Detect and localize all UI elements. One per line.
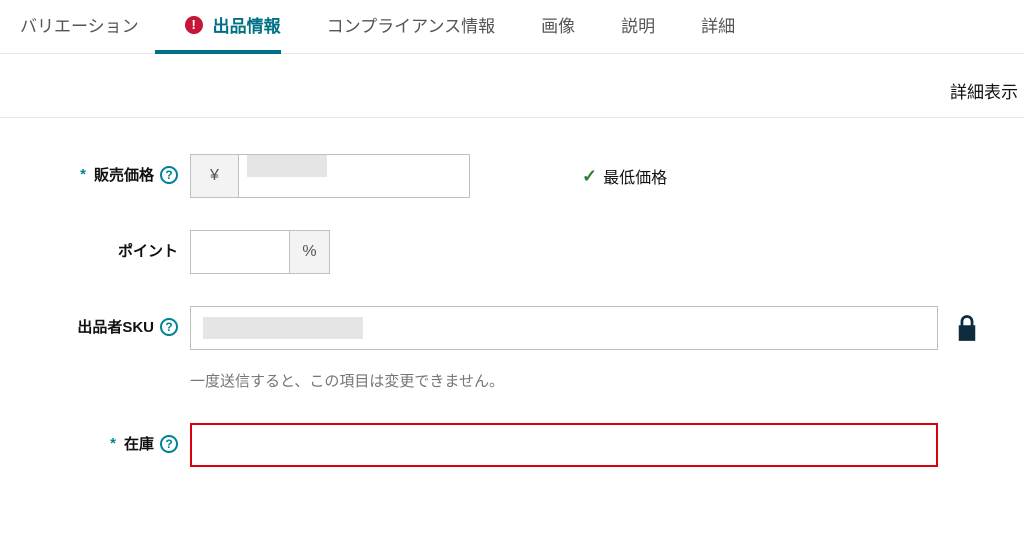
tab-variation-label: バリエーション	[20, 12, 139, 37]
tab-description-label: 説明	[621, 12, 655, 37]
label-sku: 出品者SKU ?	[10, 306, 190, 337]
sku-value-mask	[203, 317, 363, 339]
tab-images-label: 画像	[541, 12, 575, 37]
alert-icon: !	[185, 16, 203, 34]
tabs-bar: バリエーション ! 出品情報 コンプライアンス情報 画像 説明 詳細	[0, 0, 1024, 54]
label-points: ポイント	[10, 230, 190, 261]
help-icon[interactable]: ?	[160, 166, 178, 184]
form-area: * 販売価格 ? ¥ ✓ 最低価格 ポイント %	[0, 118, 1024, 467]
percent-symbol: %	[289, 231, 329, 273]
label-points-text: ポイント	[118, 240, 178, 261]
row-stock: * 在庫 ?	[10, 423, 1014, 467]
points-input-group[interactable]: %	[190, 230, 330, 274]
sku-input[interactable]	[190, 306, 938, 350]
stock-input[interactable]	[190, 423, 938, 467]
lowest-price-indicator: ✓ 最低価格	[582, 164, 667, 188]
tab-variation[interactable]: バリエーション	[20, 12, 139, 53]
row-points: ポイント %	[10, 230, 1014, 274]
price-input-group[interactable]: ¥	[190, 154, 470, 198]
points-input[interactable]	[191, 231, 289, 273]
view-mode-row: 詳細表示	[0, 54, 1024, 118]
label-stock: * 在庫 ?	[10, 423, 190, 454]
row-price: * 販売価格 ? ¥ ✓ 最低価格	[10, 154, 1014, 198]
tab-details-label: 詳細	[701, 12, 735, 37]
tab-offer[interactable]: ! 出品情報	[185, 12, 281, 53]
required-mark: *	[110, 435, 116, 452]
lock-icon	[956, 315, 978, 341]
label-stock-text: 在庫	[124, 433, 154, 454]
help-icon[interactable]: ?	[160, 435, 178, 453]
row-sku: 出品者SKU ? 一度送信すると、この項目は変更できません。	[10, 306, 1014, 391]
view-mode-label[interactable]: 詳細表示	[950, 83, 1018, 102]
tab-offer-label: 出品情報	[213, 12, 281, 37]
price-input[interactable]	[239, 155, 469, 197]
lowest-price-label: 最低価格	[603, 164, 667, 188]
label-price: * 販売価格 ?	[10, 154, 190, 185]
tab-description[interactable]: 説明	[621, 12, 655, 53]
tab-compliance-label: コンプライアンス情報	[327, 12, 495, 37]
check-icon: ✓	[582, 166, 597, 187]
label-sku-text: 出品者SKU	[77, 316, 154, 337]
tab-images[interactable]: 画像	[541, 12, 575, 53]
price-value-mask	[247, 155, 327, 177]
sku-helper-text: 一度送信すると、この項目は変更できません。	[190, 370, 1014, 391]
tab-details[interactable]: 詳細	[701, 12, 735, 53]
tab-compliance[interactable]: コンプライアンス情報	[327, 12, 495, 53]
help-icon[interactable]: ?	[160, 318, 178, 336]
currency-symbol: ¥	[191, 155, 239, 197]
label-price-text: 販売価格	[94, 164, 154, 185]
required-mark: *	[80, 166, 86, 183]
